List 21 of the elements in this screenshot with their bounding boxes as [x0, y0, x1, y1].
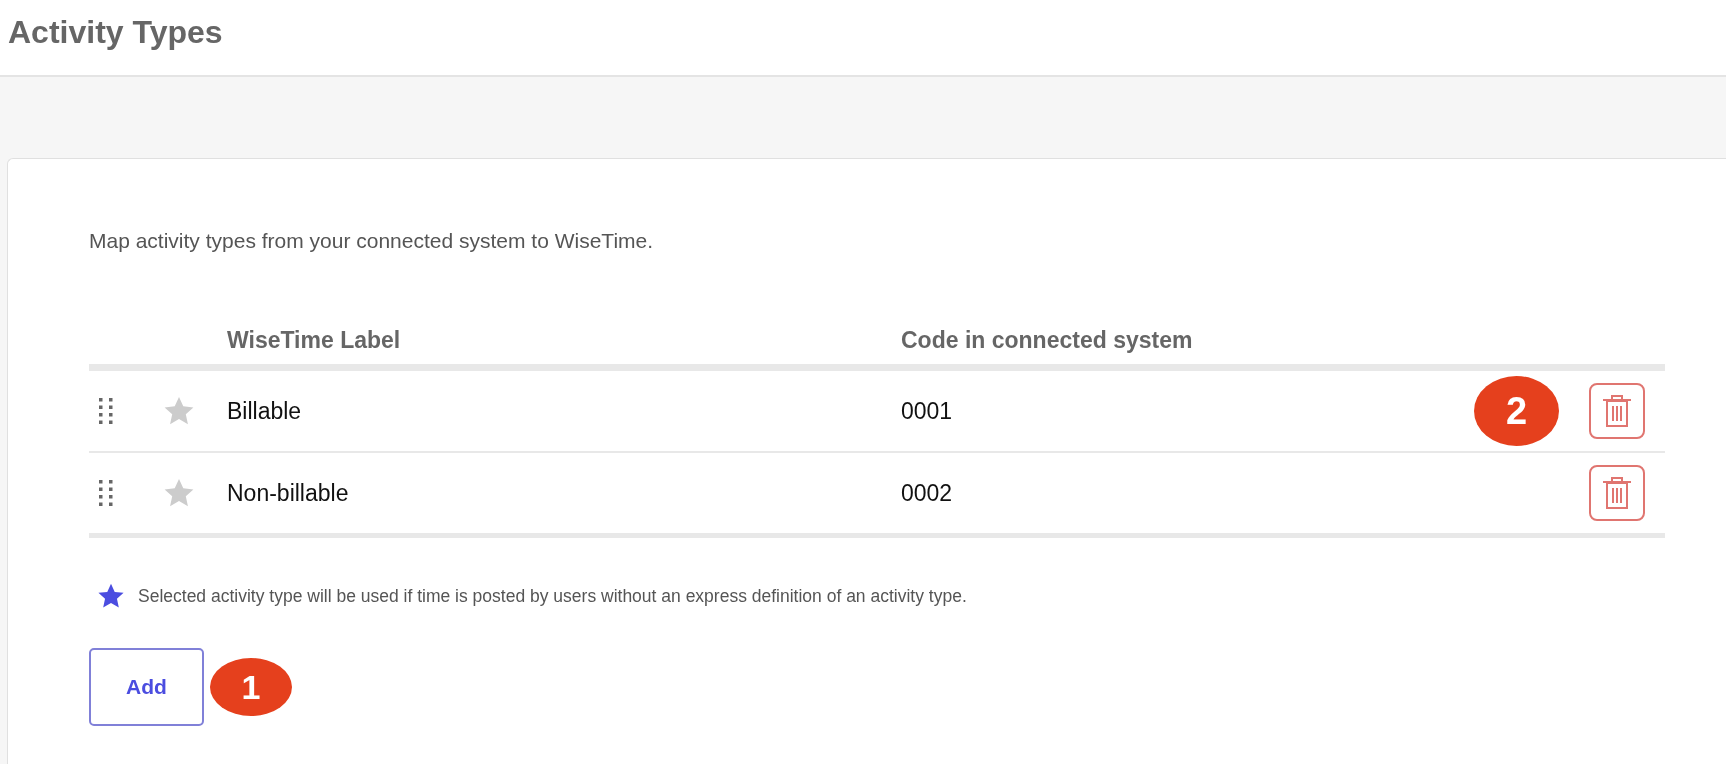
activity-code: 0002 [901, 479, 953, 507]
description-text: Map activity types from your connected system to WiseTime. [89, 229, 654, 253]
star-icon [97, 582, 125, 610]
add-button[interactable]: Add [89, 648, 204, 726]
callout-badge: 1 [210, 658, 292, 716]
trash-icon [1602, 476, 1632, 510]
activity-label: Non-billable [227, 479, 349, 507]
callout-badge: 2 [1474, 376, 1559, 446]
drag-handle-icon[interactable] [99, 398, 113, 424]
delete-button[interactable] [1589, 383, 1645, 439]
delete-button[interactable] [1589, 465, 1645, 521]
footnote-text: Selected activity type will be used if time is posted by users without an express definition of an activity type. [138, 585, 967, 607]
page-title: Activity Types [8, 14, 223, 51]
column-header: WiseTime Label [227, 327, 402, 354]
drag-handle-icon[interactable] [99, 480, 113, 506]
trash-icon [1602, 394, 1632, 428]
star-icon[interactable] [163, 477, 195, 509]
column-header: Code in connected system [901, 327, 1194, 354]
activity-label: Billable [227, 397, 302, 425]
activity-code: 0001 [901, 397, 953, 425]
star-icon[interactable] [163, 395, 195, 427]
